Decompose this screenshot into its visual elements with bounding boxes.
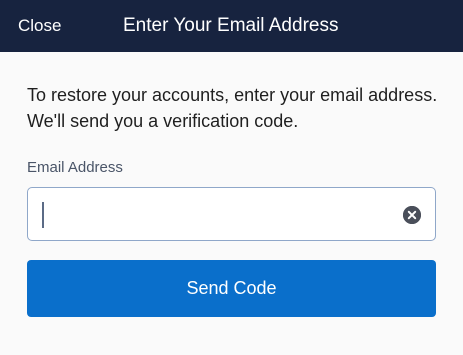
clear-circle-x-icon[interactable] <box>403 206 421 224</box>
main-content: To restore your accounts, enter your ema… <box>0 52 463 355</box>
send-code-button[interactable]: Send Code <box>27 260 436 317</box>
page-title: Enter Your Email Address <box>123 15 339 36</box>
close-button[interactable]: Close <box>18 15 61 37</box>
instructions-text: To restore your accounts, enter your ema… <box>27 85 438 131</box>
top-bar: Close Enter Your Email Address <box>0 0 463 52</box>
email-field-label: Email Address <box>27 159 123 176</box>
email-field-container[interactable] <box>27 187 436 241</box>
email-input[interactable] <box>40 196 380 232</box>
